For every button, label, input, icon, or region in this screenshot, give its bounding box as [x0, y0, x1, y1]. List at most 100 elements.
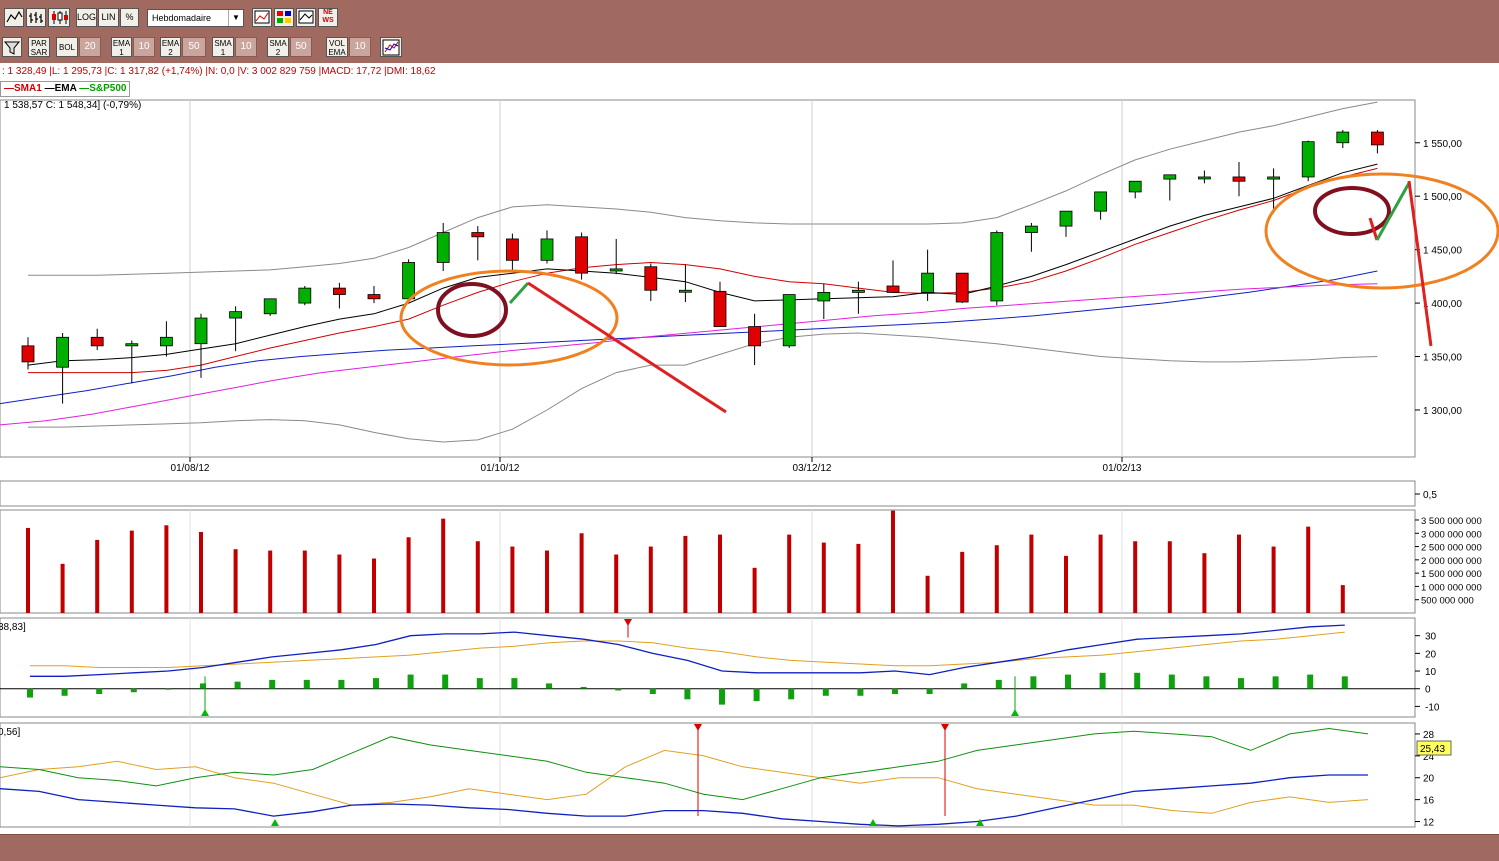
candle-body	[436, 232, 450, 263]
candle-body	[367, 294, 381, 300]
price-readout: 1 538,57 C: 1 548,34] (-0,79%)	[4, 100, 142, 111]
macd-histogram-bar	[269, 679, 276, 689]
linear-scale-button[interactable]: LIN	[98, 8, 119, 27]
macd-histogram-bar	[546, 683, 552, 689]
legend-ema: —EMA	[44, 83, 77, 94]
dmi-tick-label: 20	[1423, 774, 1435, 785]
volume-bar	[648, 546, 653, 613]
candle-body	[505, 238, 519, 261]
candle-body	[782, 294, 796, 347]
compare-chart-icon[interactable]	[252, 8, 272, 27]
macd-histogram-bar	[373, 678, 379, 689]
volume-bar	[856, 543, 861, 613]
ema2-button[interactable]: EMA 2	[160, 37, 181, 57]
macd-histogram-bar	[857, 688, 864, 696]
legend-sma1: —SMA1	[4, 83, 42, 94]
macd-histogram-bar	[822, 688, 829, 696]
dmi-tick-label: 28	[1423, 730, 1435, 741]
volume-bar	[752, 567, 757, 613]
ema1-button[interactable]: EMA 1	[111, 37, 132, 57]
volume-bar	[268, 550, 273, 613]
percent-scale-button[interactable]: %	[120, 8, 139, 27]
x-tick-label: 01/10/12	[481, 463, 520, 474]
sma2-button[interactable]: SMA 2	[267, 37, 289, 57]
candle-body	[229, 311, 243, 319]
sma1-period[interactable]: 10	[235, 37, 257, 57]
x-tick-label: 03/12/12	[793, 463, 832, 474]
ohlc-info-line: : 1 328,49 |L: 1 295,73 |C: 1 317,82 (+1…	[2, 66, 436, 77]
volume-bar	[1098, 534, 1103, 613]
parabolic-sar-button[interactable]: PAR SAR	[28, 37, 50, 57]
macd-histogram-bar	[1065, 674, 1071, 689]
volume-bar	[579, 533, 584, 613]
volume-bar	[302, 550, 307, 613]
macd-tick-label: -10	[1425, 702, 1440, 713]
volume-bar	[1029, 534, 1034, 613]
macd-histogram-bar	[615, 688, 622, 691]
macd-histogram-bar	[892, 688, 898, 695]
candle-body	[713, 290, 727, 327]
volume-bar	[1064, 555, 1068, 613]
bollinger-period[interactable]: 20	[79, 37, 101, 57]
color-palette-icon[interactable]	[274, 8, 294, 27]
volume-tick-label: 1 000 000 000	[1421, 582, 1482, 593]
volume-bar	[60, 563, 65, 613]
sma1-button[interactable]: SMA 1	[212, 37, 234, 57]
macd-histogram-bar	[1341, 676, 1348, 689]
ema1-period[interactable]: 10	[133, 37, 155, 57]
volume-tick-label: 3 500 000 000	[1421, 516, 1482, 527]
candle-body	[1059, 210, 1073, 227]
candle-body	[90, 336, 104, 347]
macd-histogram-bar	[407, 674, 414, 689]
price-tick-label: 1 500,00	[1423, 192, 1462, 203]
price-chart[interactable]: 01/08/12 01/10/12 03/12/12 01/02/13 1 550,00…	[0, 63, 1499, 834]
macd-histogram-bar	[995, 679, 1002, 689]
candle-body	[644, 266, 658, 291]
volume-bar	[891, 510, 895, 613]
price-tick-label: 1 350,00	[1423, 353, 1462, 364]
macd-histogram-bar	[130, 688, 137, 693]
timeframe-select[interactable]: Hebdomadaire ▼	[147, 9, 244, 27]
volume-bar	[994, 545, 999, 613]
ema2-period[interactable]: 50	[182, 37, 206, 57]
volume-bar	[441, 518, 446, 613]
drawing-tool-icon[interactable]	[380, 37, 402, 57]
volume-ema-button[interactable]: VOL EMA	[326, 37, 348, 57]
filter-icon[interactable]	[2, 37, 22, 57]
bar-chart-icon[interactable]	[26, 8, 46, 27]
macd-histogram-bar	[511, 678, 518, 689]
indicator-chart-icon[interactable]	[296, 8, 316, 27]
macd-histogram-bar	[165, 688, 172, 690]
macd-histogram-bar	[476, 678, 483, 689]
candlestick-icon[interactable]	[48, 8, 70, 27]
price-panel-frame	[0, 99, 1416, 458]
candle-body	[332, 287, 346, 295]
candle-body	[21, 345, 35, 363]
candle-body	[1163, 174, 1177, 180]
candle-body	[1301, 141, 1315, 178]
macd-histogram-bar	[442, 674, 449, 689]
log-scale-button[interactable]: LOG	[76, 8, 97, 27]
news-button[interactable]: NE WS	[318, 8, 338, 27]
sma2-period[interactable]: 50	[290, 37, 312, 57]
volume-ema-period[interactable]: 10	[349, 37, 371, 57]
bollinger-button[interactable]: BOL	[56, 37, 78, 57]
volume-bar	[1133, 541, 1138, 613]
macd-histogram-bar	[1238, 678, 1244, 689]
macd-histogram-bar	[788, 688, 795, 700]
line-chart-icon[interactable]	[4, 8, 24, 27]
volume-tick-label: 3 000 000 000	[1421, 529, 1482, 540]
macd-header-label: 38,83]	[0, 622, 26, 633]
timeframe-value: Hebdomadaire	[152, 13, 212, 23]
volume-tick-label: 500 000 000	[1421, 596, 1474, 607]
dmi-tick-label: 16	[1423, 796, 1435, 807]
legend: —SMA1 —EMA —S&P500	[0, 81, 131, 97]
macd-histogram-bar	[649, 688, 656, 695]
macd-histogram-bar	[1099, 672, 1106, 689]
macd-panel-frame	[0, 617, 1416, 718]
volume-bar	[129, 530, 134, 613]
candle-body	[1232, 176, 1246, 182]
volume-bar	[233, 549, 238, 613]
macd-histogram-bar	[1307, 674, 1314, 689]
osc-tick-label: 0,5	[1423, 490, 1437, 501]
